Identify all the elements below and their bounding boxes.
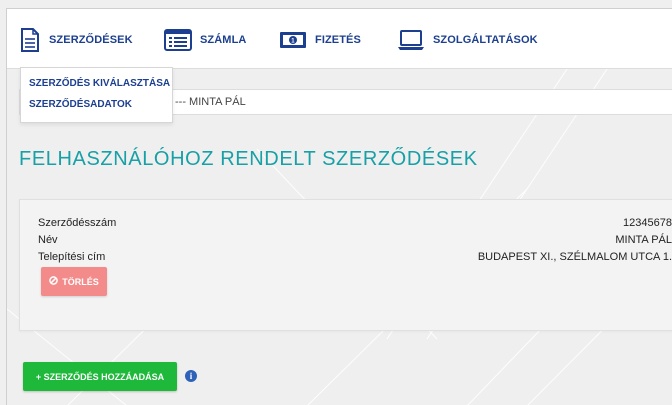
nav-item-services[interactable]: SZOLGÁLTATÁSOK xyxy=(397,27,538,53)
address-value: BUDAPEST XI., SZÉLMALOM UTCA 1. xyxy=(477,251,672,263)
dropdown-item-contract-data[interactable]: SZERZŐDÉSADATOK xyxy=(29,99,132,110)
contracts-dropdown-menu: SZERZŐDÉS KIVÁLASZTÁSA SZERZŐDÉSADATOK xyxy=(20,67,173,123)
ban-icon xyxy=(49,276,59,287)
delete-button[interactable]: TÖRLÉS xyxy=(41,267,107,296)
nav-label-contracts: SZERZŐDÉSEK xyxy=(49,34,133,46)
contract-number-value: 12345678 xyxy=(623,217,672,229)
nav-item-payment[interactable]: 1 FIZETÉS xyxy=(279,27,361,53)
banknote-icon: 1 xyxy=(279,30,307,50)
address-label: Telepítési cím xyxy=(38,251,106,263)
page-title: FELHASZNÁLÓHOZ RENDELT SZERZŐDÉSEK xyxy=(19,148,478,170)
nav-item-contracts[interactable]: SZERZŐDÉSEK xyxy=(19,27,133,53)
laptop-icon xyxy=(397,29,425,51)
dropdown-item-select-contract[interactable]: SZERZŐDÉS KIVÁLASZTÁSA xyxy=(29,78,170,89)
nav-label-services: SZOLGÁLTATÁSOK xyxy=(433,34,538,46)
add-contract-button[interactable]: + SZERZŐDÉS HOZZÁADÁSA xyxy=(23,362,177,391)
contract-card: Szerződésszám 12345678 Név MINTA PÁL Tel… xyxy=(19,199,672,331)
name-label: Név xyxy=(38,234,58,246)
contract-number-label: Szerződésszám xyxy=(38,217,117,229)
list-icon xyxy=(164,29,192,51)
add-contract-button-label: + SZERZŐDÉS HOZZÁADÁSA xyxy=(35,371,165,382)
nav-item-invoice[interactable]: SZÁMLA xyxy=(164,27,246,53)
name-value: MINTA PÁL xyxy=(615,234,672,246)
nav-label-payment: FIZETÉS xyxy=(315,34,361,46)
document-icon xyxy=(19,27,41,53)
delete-button-label: TÖRLÉS xyxy=(62,276,99,287)
app-frame: SZERZŐDÉSEK SZÁMLA 1 FIZETÉS SZOLGÁLTATÁ… xyxy=(6,8,672,405)
info-icon[interactable]: i xyxy=(185,370,197,382)
top-navigation: SZERZŐDÉSEK SZÁMLA 1 FIZETÉS SZOLGÁLTATÁ… xyxy=(7,9,672,69)
svg-text:1: 1 xyxy=(291,39,295,45)
nav-label-invoice: SZÁMLA xyxy=(200,34,247,46)
selector-value: --- MINTA PÁL xyxy=(175,96,246,108)
